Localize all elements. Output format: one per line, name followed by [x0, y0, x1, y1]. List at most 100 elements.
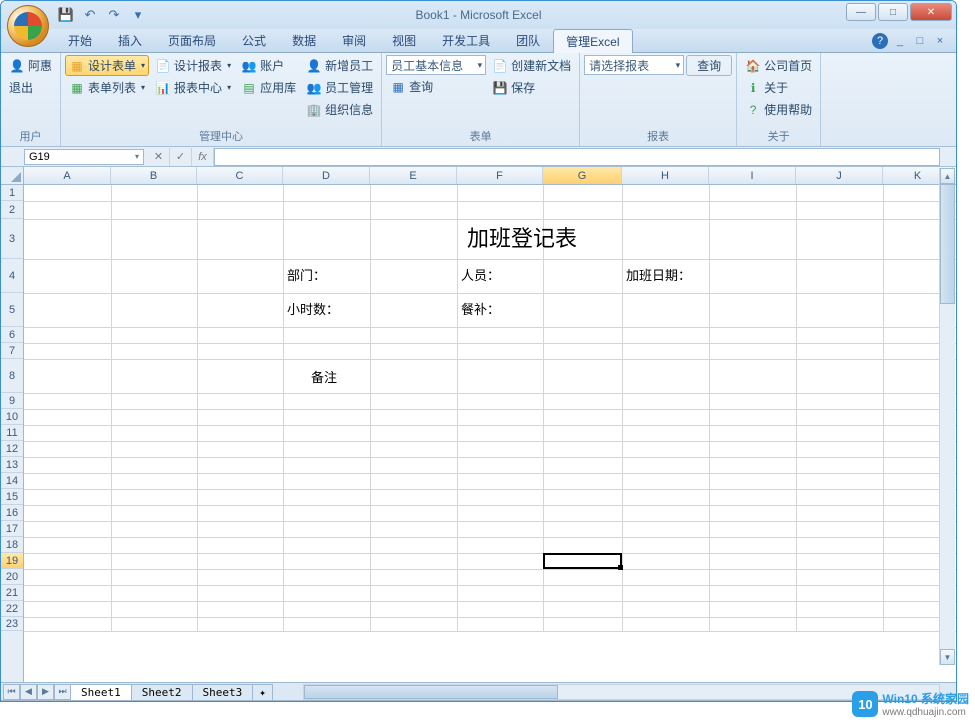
office-button[interactable] — [7, 5, 49, 47]
ribbon-btn[interactable]: ▦表单列表▾ — [65, 77, 149, 98]
tab-4[interactable]: 数据 — [279, 28, 329, 52]
row-header-20[interactable]: 20 — [1, 569, 23, 585]
name-box[interactable]: G19 — [24, 149, 144, 165]
ribbon-btn[interactable]: ▤应用库 — [237, 77, 300, 98]
mdi-min-icon[interactable]: _ — [892, 33, 908, 49]
row-header-10[interactable]: 10 — [1, 409, 23, 425]
ribbon-btn[interactable]: 👤新增员工 — [302, 55, 377, 76]
tab-8[interactable]: 团队 — [503, 28, 553, 52]
col-header-H[interactable]: H — [622, 167, 709, 184]
ribbon-btn[interactable]: 退出 — [5, 77, 56, 98]
cell-selection[interactable] — [543, 553, 622, 569]
row-header-8[interactable]: 8 — [1, 359, 23, 393]
ribbon-btn[interactable]: 🏢组织信息 — [302, 99, 377, 120]
tab-5[interactable]: 审阅 — [329, 28, 379, 52]
row-header-9[interactable]: 9 — [1, 393, 23, 409]
vscroll-thumb[interactable] — [940, 184, 955, 304]
row-header-18[interactable]: 18 — [1, 537, 23, 553]
ribbon-btn[interactable]: ?使用帮助 — [741, 99, 816, 120]
sheet-nav-1[interactable]: ◀ — [20, 684, 37, 700]
horizontal-scrollbar[interactable] — [303, 684, 940, 700]
ribbon-tabs: 开始插入页面布局公式数据审阅视图开发工具团队管理Excel ? _ □ × — [1, 29, 956, 53]
ribbon-btn[interactable]: 📊报表中心▾ — [151, 77, 235, 98]
row-header-14[interactable]: 14 — [1, 473, 23, 489]
row-header-17[interactable]: 17 — [1, 521, 23, 537]
col-header-F[interactable]: F — [457, 167, 543, 184]
qat-redo[interactable]: ↷ — [103, 4, 125, 26]
sheet-nav-0[interactable]: ⏮ — [3, 684, 20, 700]
tab-9[interactable]: 管理Excel — [553, 29, 632, 53]
help-icon[interactable]: ? — [872, 33, 888, 49]
form-title: 加班登记表 — [467, 221, 577, 253]
ribbon-select[interactable]: 请选择报表 — [584, 55, 684, 75]
sheet-tab-2[interactable]: Sheet3 — [192, 684, 254, 700]
select-all-corner[interactable] — [1, 167, 24, 185]
fx-button[interactable]: fx — [192, 148, 214, 166]
ribbon-btn[interactable]: 👥账户 — [237, 55, 300, 76]
ribbon-label: 阿惠 — [28, 57, 52, 74]
row-header-6[interactable]: 6 — [1, 327, 23, 343]
mdi-restore-icon[interactable]: □ — [912, 33, 928, 49]
row-header-3[interactable]: 3 — [1, 219, 23, 259]
row-header-5[interactable]: 5 — [1, 293, 23, 327]
ribbon-btn[interactable]: 📄设计报表▾ — [151, 55, 235, 76]
row-header-16[interactable]: 16 — [1, 505, 23, 521]
col-header-C[interactable]: C — [197, 167, 283, 184]
row-header-13[interactable]: 13 — [1, 457, 23, 473]
col-header-E[interactable]: E — [370, 167, 457, 184]
formula-input[interactable] — [214, 148, 940, 166]
ribbon-btn[interactable]: ℹ关于 — [741, 77, 816, 98]
sheet-tab-0[interactable]: Sheet1 — [70, 684, 132, 700]
new-sheet-icon[interactable]: ✦ — [252, 684, 273, 700]
ribbon-select[interactable]: 员工基本信息 — [386, 55, 486, 75]
sheet-nav-2[interactable]: ▶ — [37, 684, 54, 700]
row-header-7[interactable]: 7 — [1, 343, 23, 359]
tab-3[interactable]: 公式 — [229, 28, 279, 52]
col-header-A[interactable]: A — [24, 167, 111, 184]
row-header-2[interactable]: 2 — [1, 201, 23, 219]
qat-save[interactable]: 💾 — [55, 4, 77, 26]
ribbon-btn[interactable]: 👥员工管理 — [302, 77, 377, 98]
scroll-up-icon[interactable]: ▲ — [940, 168, 955, 184]
tab-6[interactable]: 视图 — [379, 28, 429, 52]
col-header-B[interactable]: B — [111, 167, 197, 184]
col-header-J[interactable]: J — [796, 167, 883, 184]
scroll-down-icon[interactable]: ▼ — [940, 649, 955, 665]
row-header-4[interactable]: 4 — [1, 259, 23, 293]
ribbon-boxbtn[interactable]: 查询 — [686, 55, 732, 76]
row-header-19[interactable]: 19 — [1, 553, 23, 569]
qat-undo[interactable]: ↶ — [79, 4, 101, 26]
ribbon-btn[interactable]: 🏠公司首页 — [741, 55, 816, 76]
ribbon-btn[interactable]: 👤阿惠 — [5, 55, 56, 76]
row-header-15[interactable]: 15 — [1, 489, 23, 505]
ribbon-btn[interactable]: ▦查询 — [386, 76, 486, 97]
tab-1[interactable]: 插入 — [105, 28, 155, 52]
row-header-22[interactable]: 22 — [1, 601, 23, 617]
col-header-D[interactable]: D — [283, 167, 370, 184]
fx-cancel[interactable]: ✕ — [148, 148, 170, 166]
col-header-G[interactable]: G — [543, 167, 622, 184]
row-header-23[interactable]: 23 — [1, 617, 23, 631]
ribbon-btn[interactable]: 💾保存 — [488, 77, 575, 98]
ribbon-btn[interactable]: ▦设计表单▾ — [65, 55, 149, 76]
sheet-tab-1[interactable]: Sheet2 — [131, 684, 193, 700]
hscroll-thumb[interactable] — [304, 685, 558, 699]
row-header-1[interactable]: 1 — [1, 185, 23, 201]
mdi-close-icon[interactable]: × — [932, 33, 948, 49]
tab-7[interactable]: 开发工具 — [429, 28, 503, 52]
window-minimize[interactable]: — — [846, 3, 876, 21]
row-header-21[interactable]: 21 — [1, 585, 23, 601]
row-header-12[interactable]: 12 — [1, 441, 23, 457]
row-header-11[interactable]: 11 — [1, 425, 23, 441]
col-header-I[interactable]: I — [709, 167, 796, 184]
qat-more[interactable]: ▾ — [127, 4, 149, 26]
ribbon-btn[interactable]: 📄创建新文档 — [488, 55, 575, 76]
window-close[interactable]: ✕ — [910, 3, 952, 21]
tab-0[interactable]: 开始 — [55, 28, 105, 52]
window-maximize[interactable]: □ — [878, 3, 908, 21]
sheet-nav-3[interactable]: ⏭ — [54, 684, 71, 700]
vertical-scrollbar[interactable]: ▲ ▼ — [939, 168, 955, 665]
fx-accept[interactable]: ✓ — [170, 148, 192, 166]
grid-cells[interactable]: 加班登记表部门：人员：加班日期：小时数：餐补：备注 — [24, 185, 956, 682]
tab-2[interactable]: 页面布局 — [155, 28, 229, 52]
